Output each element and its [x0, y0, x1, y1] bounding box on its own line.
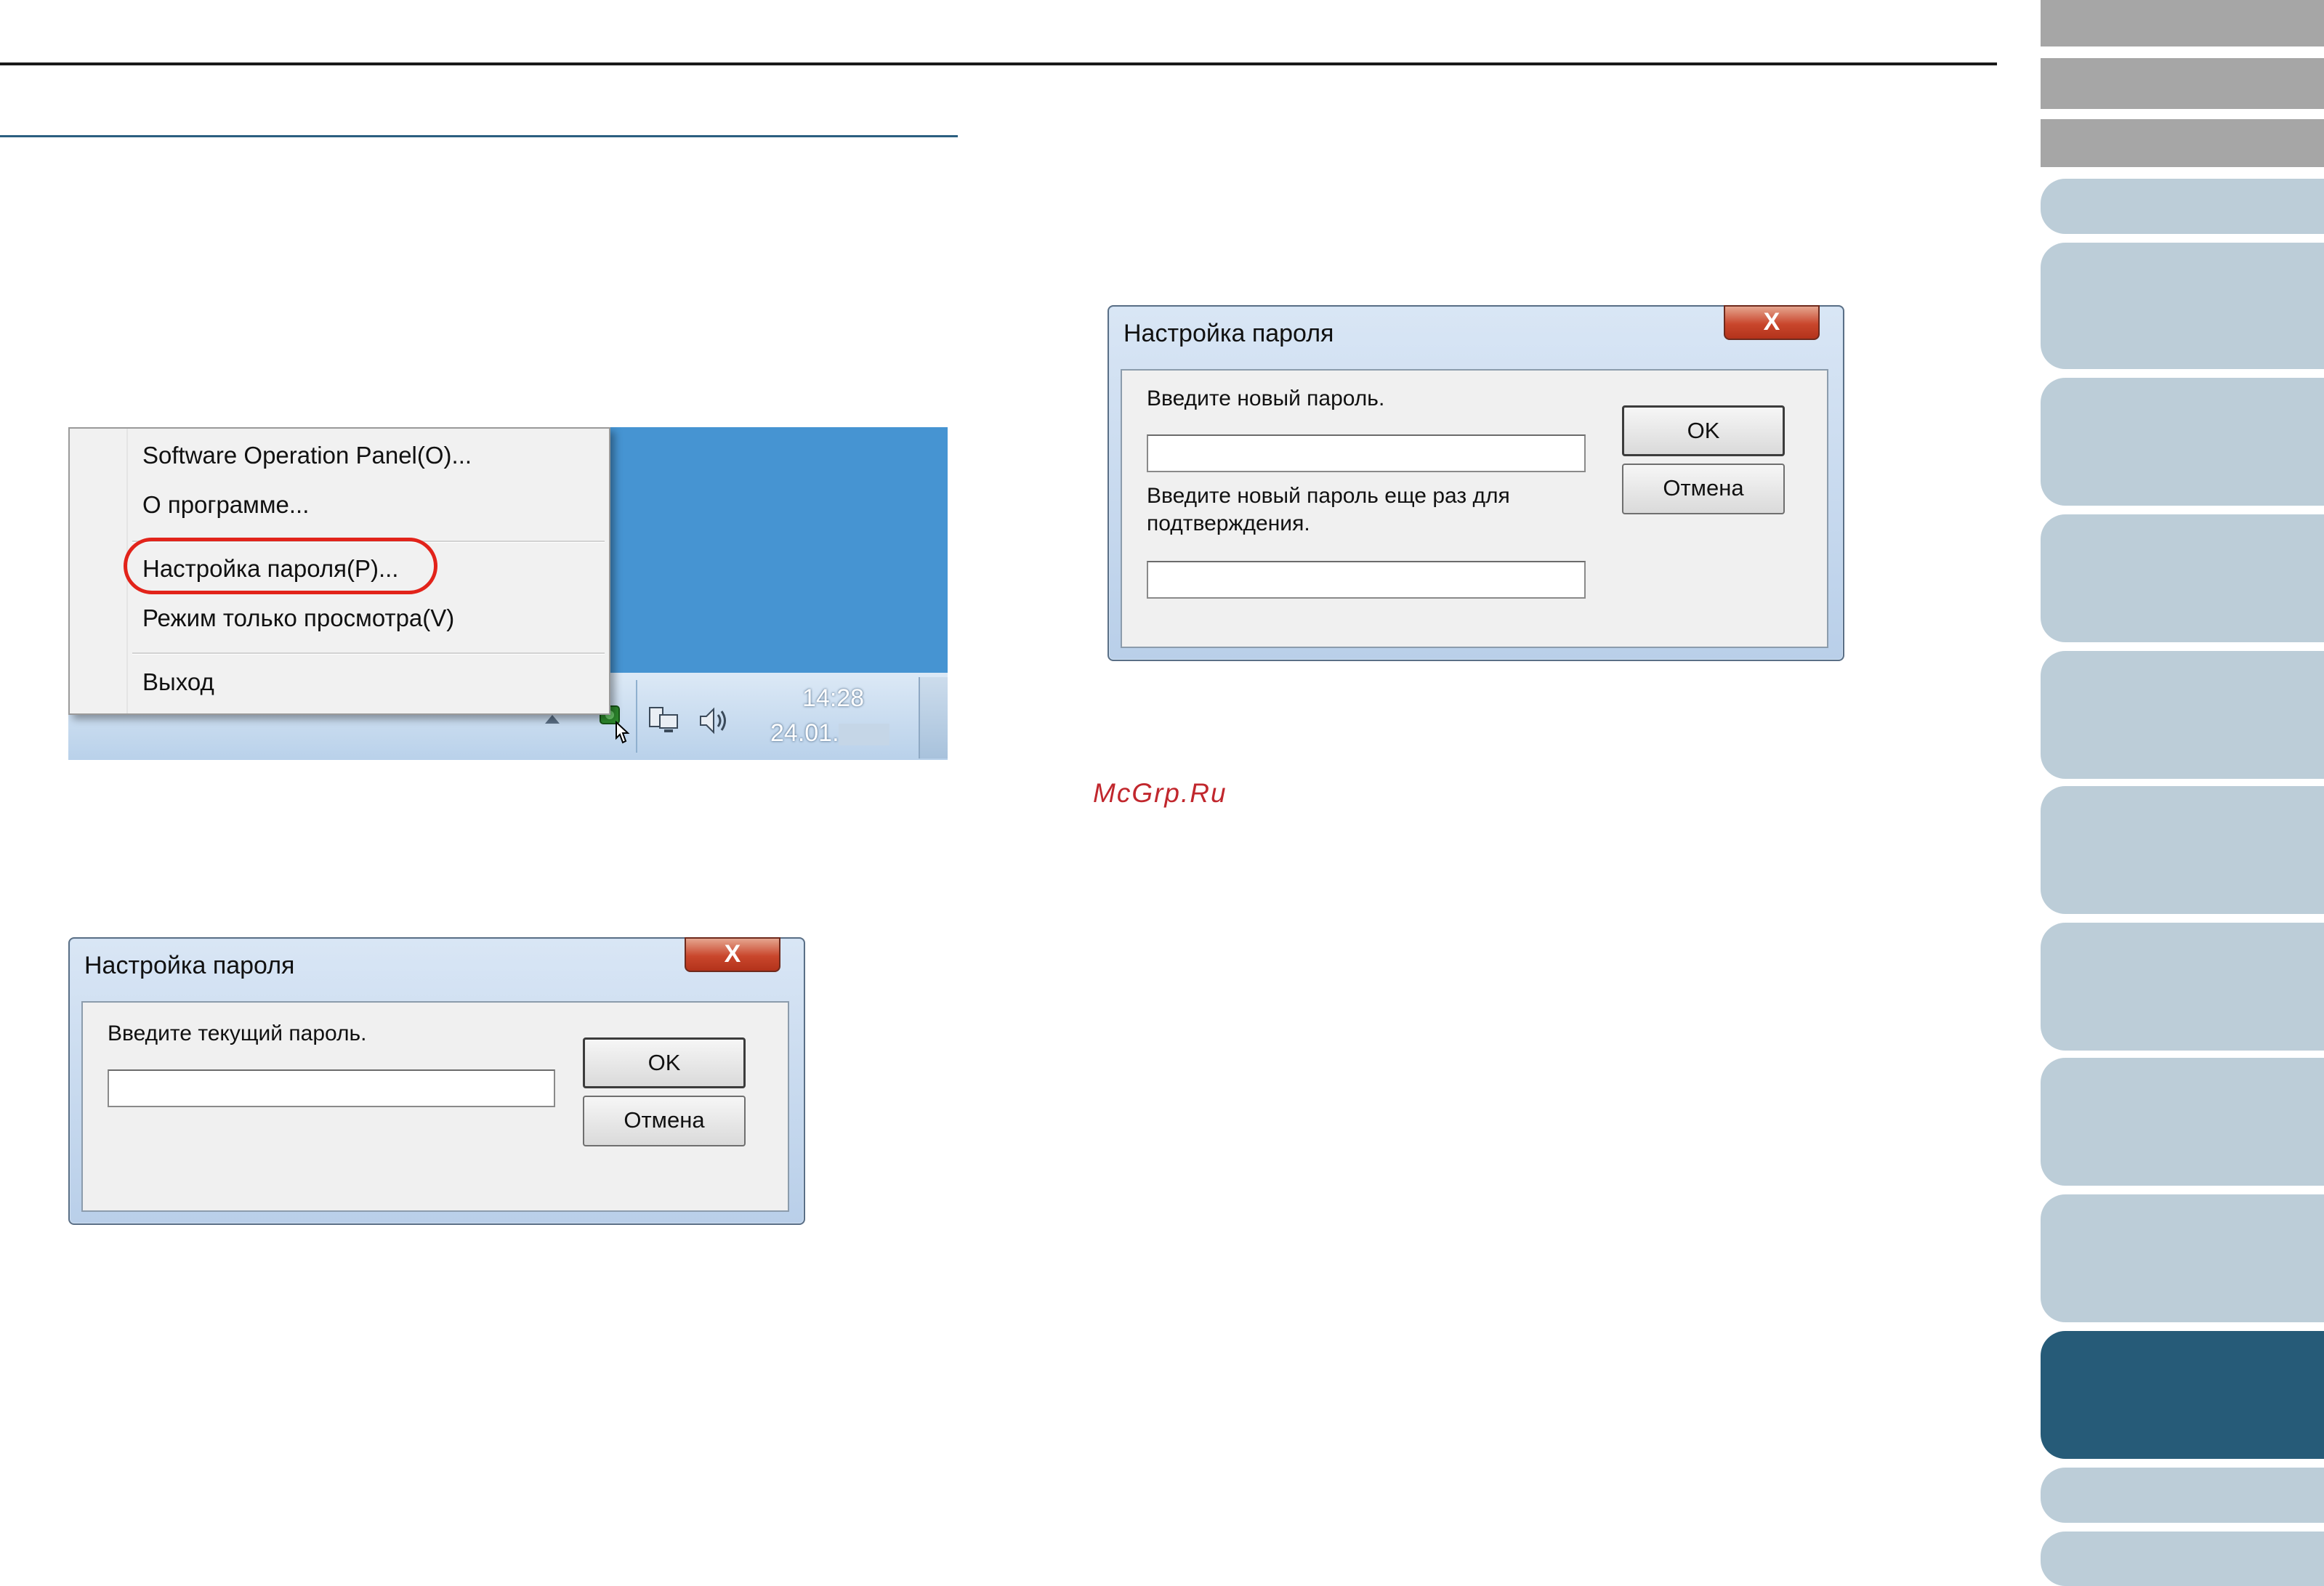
password-dialog-new: Настройка пароля X Введите новый пароль.… [1107, 305, 1844, 661]
tray-separator [636, 680, 637, 753]
side-tab-11[interactable] [2041, 1058, 2324, 1186]
side-tab-13-active[interactable] [2041, 1331, 2324, 1459]
side-tab-5[interactable] [2041, 243, 2324, 369]
current-password-label: Введите текущий пароль. [108, 1021, 367, 1045]
menu-separator [132, 652, 605, 655]
menu-item-view-only-mode[interactable]: Режим только просмотра(V) [142, 604, 454, 632]
tray-menu-screenshot: 14:28 24.01. Software Operation Panel(O)… [68, 427, 948, 760]
side-tab-3[interactable] [2041, 119, 2324, 167]
side-tab-12[interactable] [2041, 1194, 2324, 1322]
close-button[interactable]: X [1724, 305, 1820, 340]
network-icon[interactable] [647, 703, 682, 738]
side-tab-7[interactable] [2041, 514, 2324, 642]
side-tab-14[interactable] [2041, 1468, 2324, 1523]
side-tab-1[interactable] [2041, 0, 2324, 46]
current-password-input[interactable] [108, 1069, 555, 1107]
side-tab-9[interactable] [2041, 786, 2324, 914]
cancel-button[interactable]: Отмена [583, 1096, 746, 1146]
password-dialog-current: Настройка пароля X Введите текущий парол… [68, 937, 805, 1225]
menu-item-about[interactable]: О программе... [142, 491, 309, 519]
new-password-label: Введите новый пароль. [1147, 387, 1385, 410]
watermark: McGrp.Ru [1093, 778, 1227, 808]
highlight-ring [124, 538, 437, 594]
side-tab-2[interactable] [2041, 58, 2324, 109]
ok-button[interactable]: OK [1622, 405, 1785, 456]
menu-item-software-operation-panel[interactable]: Software Operation Panel(O)... [142, 442, 472, 469]
show-desktop-button[interactable] [919, 677, 948, 758]
side-tab-4[interactable] [2041, 179, 2324, 234]
confirm-password-input[interactable] [1147, 561, 1586, 599]
dialog-client-area: Введите новый пароль. Введите новый паро… [1121, 369, 1828, 648]
confirm-password-label: Введите новый пароль еще раз для подтвер… [1147, 484, 1510, 535]
tray-clock-date[interactable]: 24.01. [770, 719, 839, 748]
menu-item-exit[interactable]: Выход [142, 668, 214, 696]
dialog-title: Настройка пароля [1123, 320, 1334, 347]
dialog-client-area: Введите текущий пароль. OK Отмена [81, 1001, 789, 1212]
side-tab-10[interactable] [2041, 923, 2324, 1051]
side-tab-15[interactable] [2041, 1532, 2324, 1586]
side-tab-8[interactable] [2041, 651, 2324, 779]
tray-overflow-arrow-icon[interactable] [545, 715, 560, 724]
section-rule [0, 135, 958, 137]
volume-icon[interactable] [698, 705, 733, 737]
cancel-button[interactable]: Отмена [1622, 464, 1785, 514]
header-rule [0, 62, 1997, 65]
close-button[interactable]: X [685, 937, 780, 972]
dialog-title: Настройка пароля [84, 952, 295, 979]
side-tab-6[interactable] [2041, 378, 2324, 506]
blurred-date-year [839, 724, 889, 745]
new-password-input[interactable] [1147, 434, 1586, 472]
tray-clock-time[interactable]: 14:28 [802, 684, 864, 713]
ok-button[interactable]: OK [583, 1037, 746, 1088]
